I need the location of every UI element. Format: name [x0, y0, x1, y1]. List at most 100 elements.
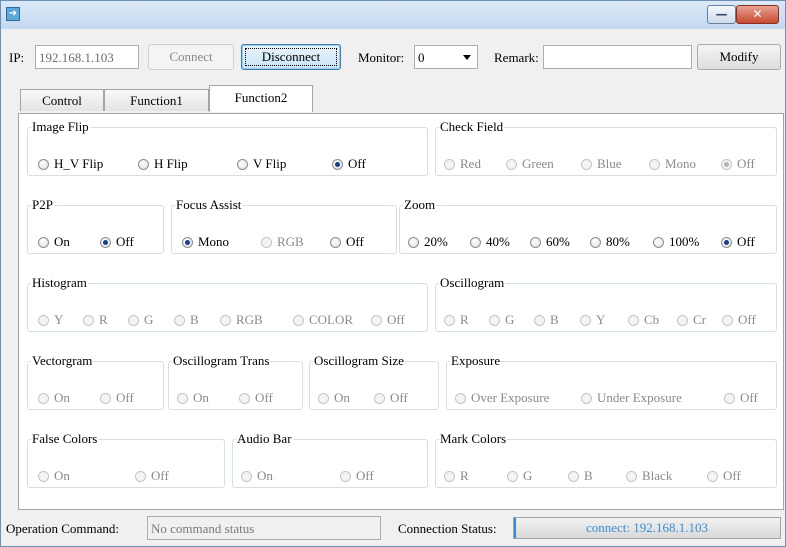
ip-field[interactable]: 192.168.1.103: [35, 45, 139, 69]
radio-circle-icon: [470, 236, 481, 248]
radio-focus-assist-mono[interactable]: Mono: [182, 234, 229, 250]
radio-p2p-off[interactable]: Off: [100, 234, 134, 250]
radio-circle-icon: [677, 314, 688, 326]
radio-oscillogram-off[interactable]: Off: [722, 312, 756, 328]
radio-vectorgram-off[interactable]: Off: [100, 390, 134, 406]
group-audio-bar: Audio Bar On Off: [232, 432, 428, 488]
group-image-flip: Image Flip H_V Flip H Flip V Flip Off: [27, 120, 428, 176]
radio-zoom-60[interactable]: 60%: [530, 234, 570, 250]
radio-label: G: [523, 468, 533, 483]
radio-histogram-off[interactable]: Off: [371, 312, 405, 328]
title-bar: ➜ — ✕: [1, 1, 785, 29]
radio-circle-icon: [534, 314, 545, 326]
minimize-button[interactable]: —: [707, 5, 736, 24]
radio-mark-colors-r[interactable]: R: [444, 468, 469, 484]
radio-image-flip-h-flip[interactable]: H Flip: [138, 156, 188, 172]
radio-oscillogram-y[interactable]: Y: [580, 312, 605, 328]
radio-zoom-80[interactable]: 80%: [590, 234, 630, 250]
tab-function1[interactable]: Function1: [104, 89, 209, 111]
radio-p2p-on[interactable]: On: [38, 234, 70, 250]
radio-circle-icon: [38, 158, 49, 170]
radio-image-flip-h-v-flip[interactable]: H_V Flip: [38, 156, 103, 172]
radio-vectorgram-on[interactable]: On: [38, 390, 70, 406]
radio-label: Off: [737, 156, 755, 171]
radio-check-field-red[interactable]: Red: [444, 156, 481, 172]
radio-image-flip-off[interactable]: Off: [332, 156, 366, 172]
radio-mark-colors-black[interactable]: Black: [626, 468, 672, 484]
radio-histogram-g[interactable]: G: [128, 312, 153, 328]
radio-focus-assist-off[interactable]: Off: [330, 234, 364, 250]
radio-label: RGB: [277, 234, 304, 249]
radio-oscillogram-cb[interactable]: Cb: [628, 312, 659, 328]
group-vectorgram: Vectorgram On Off: [27, 354, 164, 410]
radio-label: B: [190, 312, 199, 327]
radio-exposure-off[interactable]: Off: [724, 390, 758, 406]
radio-label: Mono: [665, 156, 697, 171]
group-histogram: Histogram Y R G B RGB COLOR Off: [27, 276, 428, 332]
radio-oscillogram-size-on[interactable]: On: [318, 390, 350, 406]
radio-check-field-green[interactable]: Green: [506, 156, 554, 172]
group-title: Oscillogram Trans: [173, 353, 270, 368]
disconnect-button[interactable]: Disconnect: [241, 44, 341, 70]
radio-oscillogram-g[interactable]: G: [489, 312, 514, 328]
close-button[interactable]: ✕: [736, 5, 779, 24]
operation-command-label: Operation Command:: [6, 521, 120, 536]
radio-histogram-r[interactable]: R: [83, 312, 108, 328]
radio-zoom-off[interactable]: Off: [721, 234, 755, 250]
radio-oscillogram-size-off[interactable]: Off: [374, 390, 408, 406]
radio-label: Off: [116, 234, 134, 249]
radio-check-field-off[interactable]: Off: [721, 156, 755, 172]
radio-audio-bar-on[interactable]: On: [241, 468, 273, 484]
radio-check-field-blue[interactable]: Blue: [581, 156, 622, 172]
radio-oscillogram-b[interactable]: B: [534, 312, 559, 328]
radio-focus-assist-rgb[interactable]: RGB: [261, 234, 304, 250]
radio-circle-icon: [38, 392, 49, 404]
radio-circle-icon: [626, 470, 637, 482]
radio-check-field-mono[interactable]: Mono: [649, 156, 696, 172]
remark-input[interactable]: [543, 45, 692, 69]
radio-circle-icon: [332, 158, 343, 170]
radio-label: COLOR: [309, 312, 354, 327]
radio-oscillogram-r[interactable]: R: [444, 312, 469, 328]
radio-mark-colors-b[interactable]: B: [568, 468, 593, 484]
radio-circle-icon: [568, 470, 579, 482]
radio-circle-icon: [340, 470, 351, 482]
radio-image-flip-v-flip[interactable]: V Flip: [237, 156, 286, 172]
monitor-select[interactable]: 0: [414, 45, 478, 69]
radio-zoom-20[interactable]: 20%: [408, 234, 448, 250]
radio-exposure-over-exposure[interactable]: Over Exposure: [455, 390, 549, 406]
tab-control[interactable]: Control: [20, 89, 104, 111]
radio-circle-icon: [83, 314, 94, 326]
radio-histogram-y[interactable]: Y: [38, 312, 63, 328]
group-check-field: Check Field Red Green Blue Mono Off: [435, 120, 777, 176]
radio-circle-icon: [530, 236, 541, 248]
modify-button[interactable]: Modify: [697, 44, 781, 70]
radio-circle-icon: [182, 236, 193, 248]
radio-histogram-rgb[interactable]: RGB: [220, 312, 263, 328]
radio-false-colors-off[interactable]: Off: [135, 468, 169, 484]
radio-circle-icon: [507, 470, 518, 482]
group-p2p: P2P On Off: [27, 198, 164, 254]
tab-function2[interactable]: Function2: [209, 85, 313, 112]
radio-label: Y: [596, 312, 606, 327]
radio-oscillogram-cr[interactable]: Cr: [677, 312, 706, 328]
radio-histogram-b[interactable]: B: [174, 312, 199, 328]
radio-label: Off: [738, 312, 756, 327]
radio-exposure-under-exposure[interactable]: Under Exposure: [581, 390, 682, 406]
radio-label: Cb: [644, 312, 660, 327]
connect-button[interactable]: Connect: [148, 44, 234, 70]
radio-mark-colors-g[interactable]: G: [507, 468, 532, 484]
radio-zoom-100[interactable]: 100%: [653, 234, 699, 250]
radio-oscillogram-trans-off[interactable]: Off: [239, 390, 273, 406]
radio-oscillogram-trans-on[interactable]: On: [177, 390, 209, 406]
radio-mark-colors-off[interactable]: Off: [707, 468, 741, 484]
radio-circle-icon: [330, 236, 341, 248]
radio-circle-icon: [653, 236, 664, 248]
radio-label: R: [460, 468, 469, 483]
radio-histogram-color[interactable]: COLOR: [293, 312, 353, 328]
radio-audio-bar-off[interactable]: Off: [340, 468, 374, 484]
group-title: Exposure: [451, 353, 501, 368]
radio-zoom-40[interactable]: 40%: [470, 234, 510, 250]
radio-circle-icon: [628, 314, 639, 326]
radio-false-colors-on[interactable]: On: [38, 468, 70, 484]
